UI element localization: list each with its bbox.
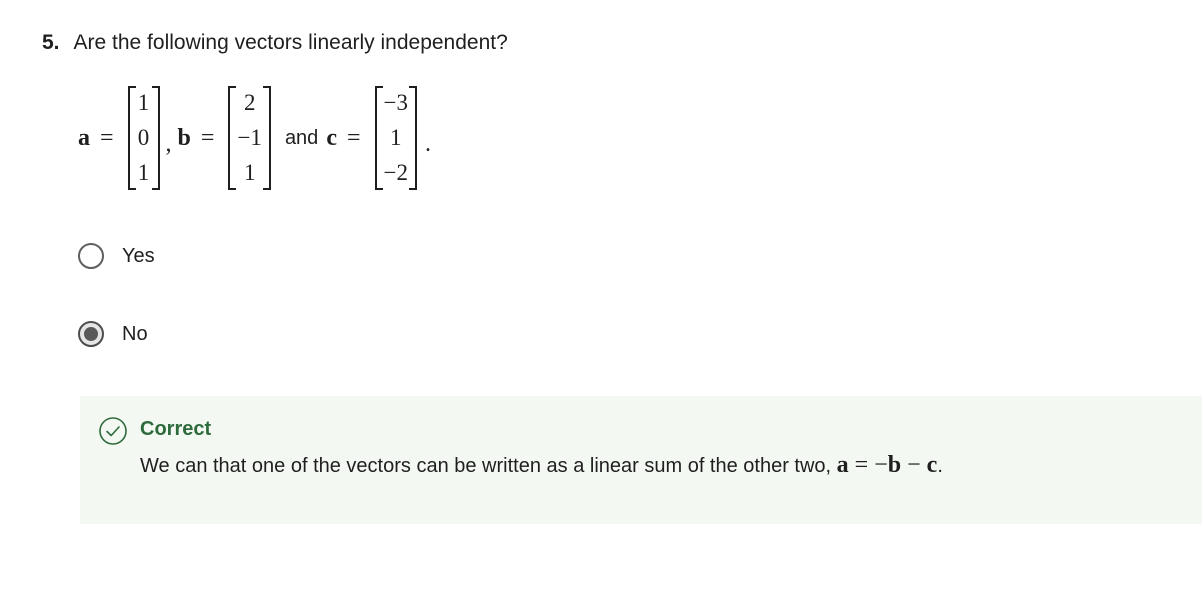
vector-b-entry: 2 bbox=[243, 90, 256, 115]
equation-equals: = bbox=[848, 452, 875, 478]
vector-b-entry: 1 bbox=[243, 160, 256, 185]
equation-b: b bbox=[887, 452, 902, 478]
feedback-title: Correct bbox=[140, 418, 212, 440]
vector-a-entry: 1 bbox=[137, 90, 150, 115]
vector-b-entry: −1 bbox=[237, 125, 262, 150]
equals-sign: = bbox=[100, 124, 114, 151]
option-no[interactable]: No bbox=[78, 321, 148, 347]
vector-c-entry: −3 bbox=[383, 90, 408, 115]
vector-definitions: a = 1 0 1 , b = 2 −1 1 and c = −3 1 −2 . bbox=[78, 84, 431, 192]
vector-b-name: b bbox=[177, 124, 191, 151]
option-label: No bbox=[122, 322, 148, 345]
comma: , bbox=[165, 130, 172, 157]
radio-unchecked-icon[interactable] bbox=[78, 243, 104, 269]
vector-a-entry: 1 bbox=[137, 160, 150, 185]
vector-c-entry: −2 bbox=[383, 160, 408, 185]
vector-c-matrix: −3 1 −2 bbox=[374, 86, 418, 190]
check-circle-icon bbox=[99, 417, 127, 445]
period: . bbox=[425, 130, 431, 157]
equation-minus: − bbox=[901, 452, 927, 478]
question-header: 5. Are the following vectors linearly in… bbox=[42, 28, 508, 58]
vector-a-name: a bbox=[78, 124, 90, 151]
option-yes[interactable]: Yes bbox=[78, 243, 155, 269]
feedback-equation: a = −b − c bbox=[837, 452, 938, 478]
equals-sign: = bbox=[346, 124, 361, 151]
option-label: Yes bbox=[122, 244, 155, 267]
vector-c-entry: 1 bbox=[390, 125, 402, 150]
feedback-explanation: We can that one of the vectors can be wr… bbox=[140, 451, 943, 480]
quiz-page: 5. Are the following vectors linearly in… bbox=[0, 0, 1202, 590]
vector-b-matrix: 2 −1 1 bbox=[228, 86, 272, 190]
question-text: Are the following vectors linearly indep… bbox=[73, 31, 508, 54]
vector-a-entry: 0 bbox=[137, 125, 150, 150]
feedback-text: We can that one of the vectors can be wr… bbox=[140, 455, 837, 477]
equation-a: a bbox=[836, 452, 849, 478]
question-number: 5. bbox=[42, 31, 60, 54]
and-text: and bbox=[284, 126, 319, 149]
feedback-panel: Correct We can that one of the vectors c… bbox=[80, 396, 1202, 524]
equation-negative: − bbox=[874, 452, 888, 478]
vector-a-matrix: 1 0 1 bbox=[127, 86, 160, 190]
equation-c: c bbox=[926, 452, 938, 478]
equation-period: . bbox=[937, 455, 943, 477]
radio-checked-icon[interactable] bbox=[78, 321, 104, 347]
vector-c-name: c bbox=[326, 124, 337, 151]
equals-sign: = bbox=[200, 124, 215, 151]
